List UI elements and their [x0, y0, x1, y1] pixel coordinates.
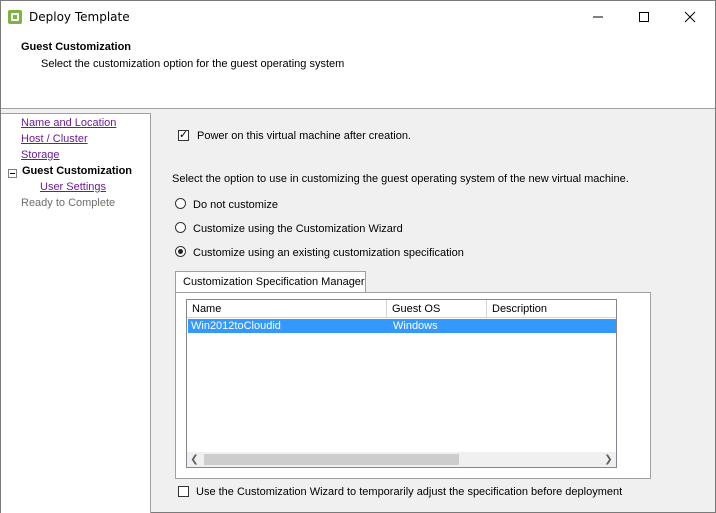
- column-header-guest-os[interactable]: Guest OS: [387, 300, 487, 318]
- nav-item-guest-customization[interactable]: Guest Customization: [22, 165, 132, 177]
- checkmark-icon: ✓: [179, 128, 189, 141]
- nav-item-storage[interactable]: Storage: [21, 149, 60, 161]
- collapse-icon[interactable]: [8, 169, 17, 178]
- title-bar[interactable]: Deploy Template: [1, 1, 715, 33]
- cell-name: Win2012toCloudid: [191, 320, 281, 332]
- horizontal-scrollbar[interactable]: ❮ ❯: [187, 452, 616, 467]
- close-icon: [684, 11, 696, 23]
- close-button[interactable]: [667, 1, 713, 33]
- cell-guest-os: Windows: [393, 320, 438, 332]
- radio-do-not-customize[interactable]: [175, 198, 186, 209]
- minimize-button[interactable]: [575, 1, 621, 33]
- table-row[interactable]: Win2012toCloudid Windows: [188, 319, 616, 333]
- radio-existing-specification[interactable]: [175, 246, 186, 257]
- nav-item-user-settings[interactable]: User Settings: [40, 181, 106, 193]
- vsphere-app-icon: [8, 10, 22, 24]
- scrollbar-thumb[interactable]: [204, 454, 459, 465]
- maximize-button[interactable]: [621, 1, 667, 33]
- window-title: Deploy Template: [29, 10, 130, 24]
- nav-item-ready-to-complete: Ready to Complete: [21, 197, 116, 209]
- column-header-name[interactable]: Name: [187, 300, 387, 318]
- wizard-steps-nav: Name and Location Host / Cluster Storage…: [1, 113, 151, 513]
- radio-do-not-customize-label[interactable]: Do not customize: [193, 199, 278, 211]
- scroll-right-icon[interactable]: ❯: [601, 452, 616, 467]
- scroll-left-icon[interactable]: ❮: [187, 452, 202, 467]
- wizard-header: Guest Customization Select the customiza…: [1, 33, 715, 109]
- maximize-icon: [639, 12, 649, 22]
- page-subtitle: Select the customization option for the …: [41, 58, 345, 70]
- power-on-label[interactable]: Power on this virtual machine after crea…: [197, 130, 411, 142]
- wizard-adjust-label[interactable]: Use the Customization Wizard to temporar…: [196, 486, 622, 498]
- radio-existing-specification-label[interactable]: Customize using an existing customizatio…: [193, 247, 464, 259]
- power-on-checkbox[interactable]: ✓: [178, 128, 189, 141]
- tab-customization-specification-manager[interactable]: Customization Specification Manager: [175, 271, 366, 293]
- page-title: Guest Customization: [21, 41, 132, 53]
- wizard-adjust-checkbox[interactable]: [178, 486, 189, 497]
- column-header-description[interactable]: Description: [487, 300, 616, 318]
- radio-customization-wizard[interactable]: [175, 222, 186, 233]
- minimize-icon: [593, 16, 603, 18]
- nav-item-name-and-location[interactable]: Name and Location: [21, 117, 116, 129]
- customization-prompt: Select the option to use in customizing …: [172, 173, 629, 185]
- radio-customization-wizard-label[interactable]: Customize using the Customization Wizard: [193, 223, 403, 235]
- specification-list[interactable]: Name Guest OS Description Win2012toCloud…: [186, 299, 617, 468]
- nav-item-host-cluster[interactable]: Host / Cluster: [21, 133, 88, 145]
- deploy-template-window: Deploy Template Guest Customization Sele…: [0, 0, 716, 513]
